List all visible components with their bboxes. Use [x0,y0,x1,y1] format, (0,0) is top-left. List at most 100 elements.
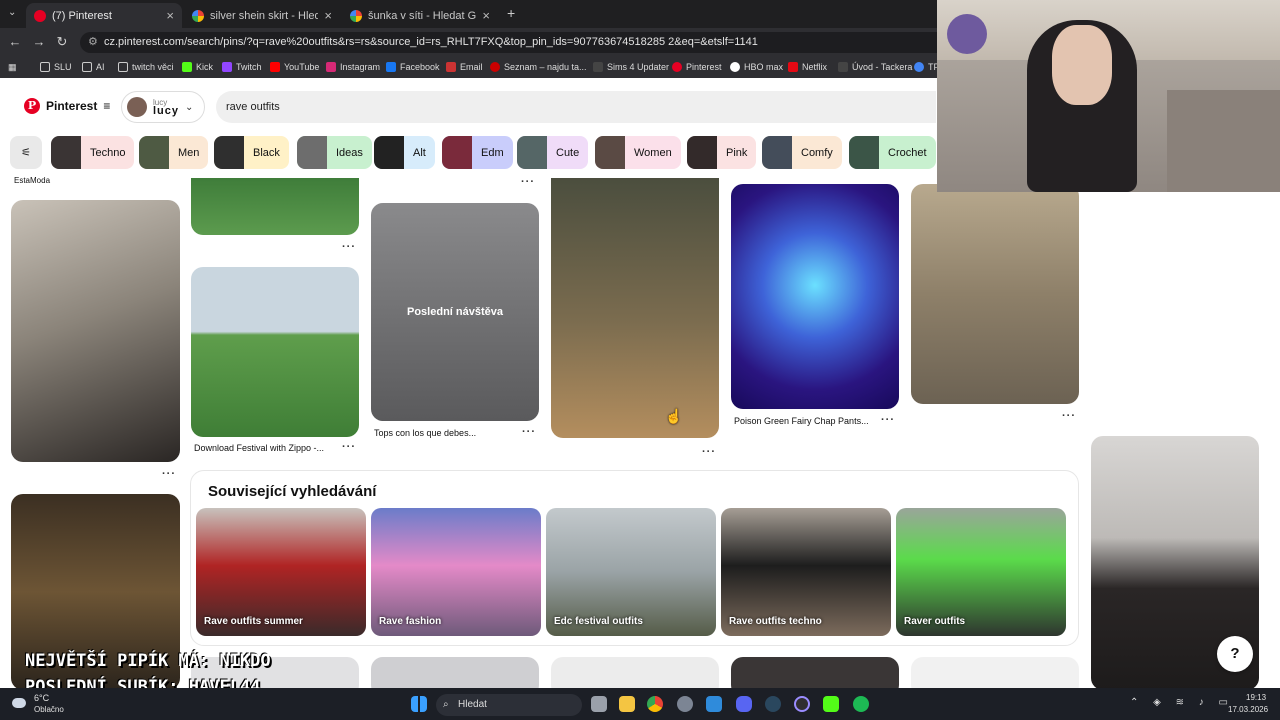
webcam-overlay [937,0,1280,192]
bookmark-slu[interactable]: SLU [40,60,72,74]
google-icon [350,9,362,22]
bookmark-netflix[interactable]: Netflix [788,60,827,74]
bookmark-facebook[interactable]: Facebook [386,60,440,74]
chip-black[interactable]: Black [214,136,289,169]
bookmark-twitch[interactable]: Twitch [222,60,262,74]
bookmark-twitch-veci[interactable]: twitch věci [118,60,174,74]
close-icon[interactable]: × [166,8,174,23]
steam-icon[interactable] [765,696,781,712]
chip-women[interactable]: Women [595,136,681,169]
help-button[interactable]: ? [1217,636,1253,672]
pin-image[interactable] [191,267,359,437]
pin-title[interactable]: EstaModa [14,176,50,185]
google-icon [914,62,924,72]
chip-pink[interactable]: Pink [687,136,757,169]
pinterest-logo[interactable]: P Pinterest ≡ [24,98,110,114]
chip-thumbnail [51,136,81,169]
bookmark-tackera[interactable]: Úvod - Tackera [838,60,912,74]
chip-thumbnail [687,136,717,169]
bookmark-instagram[interactable]: Instagram [326,60,380,74]
site-info-icon[interactable]: ⚙ [88,32,98,53]
related-search-item[interactable]: Rave fashion [371,508,541,636]
tab-pinterest[interactable]: (7) Pinterest × [26,3,182,28]
related-search-item[interactable]: Raver outfits [896,508,1066,636]
bookmark-sims[interactable]: Sims 4 Updater [593,60,669,74]
facebook-icon [386,62,396,72]
weather-icon [12,698,26,708]
forward-icon[interactable]: → [30,33,48,51]
pin-more-icon[interactable]: ··· [162,468,176,480]
bookmark-youtube[interactable]: YouTube [270,60,319,74]
account-switcher[interactable]: lucy lucy ⌄ [121,91,205,123]
pin-more-icon[interactable]: ··· [342,241,356,253]
kick-icon[interactable] [823,696,839,712]
chip-techno[interactable]: Techno [51,136,135,169]
chip-edm[interactable]: Edm [442,136,513,169]
bookmark-ai[interactable]: AI [82,60,105,74]
search-input[interactable]: rave outfits [216,91,936,123]
chip-ideas[interactable]: Ideas [297,136,372,169]
pin-image[interactable] [551,178,719,438]
tab-google-skirt[interactable]: silver shein skirt - Hledat Googl × [184,3,340,28]
chip-cute[interactable]: Cute [517,136,589,169]
back-icon[interactable]: ← [6,33,24,51]
tray-icons[interactable]: ⌃ ◈ ≋ ♪ ▭ [1130,697,1234,708]
related-search-item[interactable]: Rave outfits techno [721,508,891,636]
filter-button[interactable]: ⚟ [10,136,42,169]
bookmark-seznam[interactable]: Seznam – najdu ta... [490,60,587,74]
chip-crochet[interactable]: Crochet [849,136,936,169]
chrome-icon[interactable] [647,696,663,712]
chip-alt[interactable]: Alt [374,136,435,169]
bookmark-hbo[interactable]: HBO max [730,60,783,74]
pin-image[interactable]: Poslední návštěva [371,203,539,421]
bookmark-email[interactable]: Email [446,60,483,74]
time[interactable]: 19:13 [1246,693,1266,702]
pin-image[interactable] [191,178,359,235]
pin-more-icon[interactable]: ··· [1062,410,1076,422]
folder-icon [82,62,92,72]
pin-title[interactable]: Poison Green Fairy Chap Pants... [734,416,869,426]
pin-more-icon[interactable]: ··· [702,446,716,458]
task-view-icon[interactable] [591,696,607,712]
related-search-item[interactable]: Rave outfits summer [196,508,366,636]
menu-icon[interactable]: ≡ [103,99,110,113]
folder-icon [118,62,128,72]
related-search-item[interactable]: Edc festival outfits [546,508,716,636]
pinterest-icon [34,9,46,22]
bookmark-tp[interactable]: TP [914,60,940,74]
apps-icon[interactable]: ▦ [8,60,17,74]
hbo-icon [730,62,740,72]
pin-title[interactable]: Tops con los que debes... [374,428,476,438]
windows-start-icon[interactable] [411,696,427,712]
reload-icon[interactable]: ↻ [53,33,71,51]
bookmark-pinterest[interactable]: Pinterest [672,60,722,74]
pin-image[interactable] [911,184,1079,404]
weather-desc[interactable]: Oblačno [34,705,64,714]
settings-icon[interactable] [677,696,693,712]
photos-icon[interactable] [706,696,722,712]
pin-image[interactable] [731,184,899,409]
tab-title: šunka v síti - Hledat Googlem [368,9,477,22]
taskbar-search[interactable]: ⌕ Hledat [436,694,582,716]
bookmark-kick[interactable]: Kick [182,60,213,74]
new-tab-button[interactable]: + [507,5,515,21]
chip-men[interactable]: Men [139,136,209,169]
tab-search-icon[interactable]: ⌄ [8,7,16,18]
file-explorer-icon[interactable] [619,696,635,712]
pin-more-icon[interactable]: ··· [342,441,356,453]
kick-icon [182,62,192,72]
pin-more-icon[interactable]: ··· [522,426,536,438]
weather-temp[interactable]: 6°C [34,693,49,703]
close-icon[interactable]: × [482,8,490,23]
tab-google-sunka[interactable]: šunka v síti - Hledat Googlem × [342,3,498,28]
discord-icon[interactable] [736,696,752,712]
pin-image[interactable] [11,200,180,462]
pin-more-icon[interactable]: ··· [521,176,535,188]
pin-more-icon[interactable]: ··· [881,414,895,426]
close-icon[interactable]: × [324,8,332,23]
chip-comfy[interactable]: Comfy [762,136,842,169]
spotify-icon[interactable] [853,696,869,712]
pin-title[interactable]: Download Festival with Zippo -... [194,443,324,453]
related-searches-heading: Související vyhledávání [208,483,377,500]
obs-icon[interactable] [794,696,810,712]
